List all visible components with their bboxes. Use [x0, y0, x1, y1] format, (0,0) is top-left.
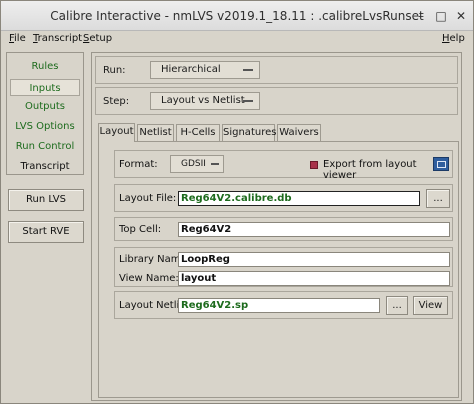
window-edge [463, 52, 473, 403]
layout-file-row: Layout File: Reg64V2.calibre.db ... [114, 184, 453, 212]
format-select[interactable]: GDSII [170, 155, 224, 173]
export-from-viewer-checkbox[interactable] [310, 161, 318, 169]
sidebar-item-transcript[interactable]: Transcript [10, 157, 80, 174]
run-lvs-button[interactable]: Run LVS [8, 189, 84, 211]
run-mode-select[interactable]: Hierarchical [150, 61, 260, 79]
layout-file-label: Layout File: [119, 193, 177, 204]
top-cell-input[interactable]: Reg64V2 [178, 222, 450, 237]
start-rve-button[interactable]: Start RVE [8, 221, 84, 243]
tab-netlist[interactable]: Netlist [137, 124, 174, 142]
menu-setup[interactable]: Setup [83, 33, 112, 44]
layout-netlist-input[interactable]: Reg64V2.sp [178, 298, 380, 313]
tab-h-cells[interactable]: H-Cells [176, 124, 220, 142]
dropdown-indicator-icon [243, 69, 253, 71]
main-panel: Run: Hierarchical Step: Layout vs Netlis… [91, 52, 462, 401]
calibre-window: Calibre Interactive - nmLVS v2019.1_18.1… [0, 0, 474, 404]
menu-bar: File Transcript Setup Help [1, 32, 473, 47]
sidebar-nav-group: Rules Inputs Outputs LVS Options Run Con… [6, 52, 84, 175]
layout-file-input[interactable]: Reg64V2.calibre.db [178, 191, 420, 206]
sidebar-item-lvs-options[interactable]: LVS Options [10, 117, 80, 134]
run-row: Run: Hierarchical [95, 56, 458, 84]
format-label: Format: [119, 159, 158, 170]
tab-signatures[interactable]: Signatures [222, 124, 276, 142]
dropdown-indicator-icon [211, 163, 219, 165]
layout-netlist-view-button[interactable]: View [413, 296, 448, 315]
top-cell-label: Top Cell: [119, 224, 162, 235]
sidebar-item-run-control[interactable]: Run Control [10, 137, 80, 154]
sidebar-item-outputs[interactable]: Outputs [10, 97, 80, 114]
format-row: Format: GDSII Export from layout viewer [114, 150, 453, 181]
view-name-input[interactable]: layout [178, 271, 450, 286]
layout-viewer-icon[interactable] [433, 157, 449, 171]
minimize-icon[interactable]: – [413, 9, 429, 23]
layout-tab-panel: Format: GDSII Export from layout viewer … [98, 141, 459, 398]
window-title: Calibre Interactive - nmLVS v2019.1_18.1… [50, 9, 424, 23]
run-label: Run: [103, 65, 126, 76]
view-name-label: View Name: [119, 273, 179, 284]
layout-file-browse-button[interactable]: ... [426, 189, 450, 208]
maximize-icon[interactable]: □ [433, 9, 449, 23]
menu-file[interactable]: File [9, 33, 26, 44]
step-select[interactable]: Layout vs Netlist [150, 92, 260, 110]
close-icon[interactable]: ✕ [453, 9, 469, 23]
layout-netlist-row: Layout Netlist: Reg64V2.sp ... View [114, 291, 453, 319]
layout-netlist-browse-button[interactable]: ... [386, 296, 408, 315]
menu-help[interactable]: Help [442, 33, 465, 44]
tab-layout[interactable]: Layout [98, 123, 135, 142]
sidebar-item-rules[interactable]: Rules [10, 57, 80, 74]
dropdown-indicator-icon [243, 100, 253, 102]
step-value: Layout vs Netlist [161, 95, 245, 106]
menu-transcript[interactable]: Transcript [33, 33, 82, 44]
top-cell-row: Top Cell: Reg64V2 [114, 217, 453, 241]
library-view-row: Library Name: LoopReg View Name: layout [114, 247, 453, 287]
library-name-input[interactable]: LoopReg [178, 252, 450, 267]
run-mode-value: Hierarchical [161, 64, 221, 75]
sidebar-item-inputs[interactable]: Inputs [10, 79, 80, 96]
step-row: Step: Layout vs Netlist [95, 87, 458, 115]
format-value: GDSII [181, 159, 206, 169]
title-bar: Calibre Interactive - nmLVS v2019.1_18.1… [1, 1, 473, 31]
step-label: Step: [103, 96, 130, 107]
tab-waivers[interactable]: Waivers [277, 124, 321, 142]
